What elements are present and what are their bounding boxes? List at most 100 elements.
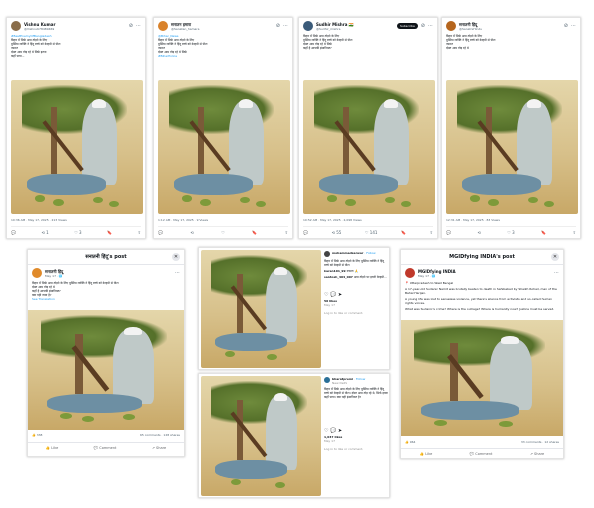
post-image[interactable]	[201, 376, 321, 496]
reaction-count[interactable]: 👍 964	[405, 440, 415, 444]
more-options-icon[interactable]: ⋯	[571, 23, 576, 29]
follow-button[interactable]: · Follow	[354, 377, 365, 381]
share-icon[interactable]: ➤	[338, 429, 342, 434]
reply-icon[interactable]: 💬	[303, 230, 308, 235]
post-text: बिहार में सिर्फ आम तोड़ने के लिए मुस्लिम…	[28, 281, 184, 301]
caption: बिहार में सिर्फ आम तोड़ने के लिए मुस्लिम…	[324, 259, 384, 267]
login-prompt[interactable]: Log in to like or comment.	[324, 447, 388, 451]
tweet-card: Vishnu Kumar @VishnuK78489469 ⊘ ⋯ #BestE…	[6, 17, 146, 239]
avatar[interactable]	[32, 268, 42, 278]
more-options-icon[interactable]: ⋯	[175, 270, 180, 276]
post-time: May 17 · 🌐	[45, 273, 63, 278]
more-options-icon[interactable]: ⋯	[283, 23, 288, 29]
reply-icon[interactable]: 💬	[158, 230, 163, 235]
retweet-icon[interactable]: ⟲ 55	[332, 230, 342, 235]
close-icon[interactable]: ✕	[172, 253, 180, 261]
facebook-post-modal-2: MGIDfying INDIA's post ✕ MGIDfying INDIA…	[400, 249, 564, 459]
author-handle[interactable]: @VishnuK78489469	[24, 27, 55, 31]
comment-share-counts[interactable]: 33 comments · 12 shares	[521, 440, 559, 444]
comment-icon[interactable]: 💬	[330, 429, 336, 434]
share-icon[interactable]: ⇪	[285, 230, 288, 235]
comment-button[interactable]: 💬 Comment	[470, 452, 493, 456]
modal-title: MGIDfying INDIA's post	[401, 250, 563, 265]
share-icon[interactable]: ⇪	[573, 230, 576, 235]
post-date: May 17	[324, 439, 335, 443]
comment-button[interactable]: 💬 Comment	[94, 446, 117, 450]
see-translation-link[interactable]: See Translation	[32, 297, 180, 301]
grok-icon[interactable]: ⊘	[421, 23, 425, 29]
caption: बिहार में सिर्फ आम तोड़ने के लिए मुस्लिम…	[324, 387, 388, 399]
tweet-image[interactable]	[11, 80, 143, 214]
facebook-post-modal-1: सनातनी हिंदू's post ✕ सनातनी हिंदू May 1…	[27, 249, 185, 457]
avatar[interactable]	[324, 251, 330, 257]
tweet-image[interactable]	[158, 80, 290, 214]
avatar[interactable]	[303, 21, 313, 31]
tweet-text-line[interactable]: #BiharPolice	[158, 54, 288, 58]
retweet-icon[interactable]: ⟲	[477, 230, 480, 235]
avatar[interactable]	[324, 377, 330, 383]
follow-button[interactable]: · Follow	[364, 251, 375, 255]
more-options-icon[interactable]: ⋯	[554, 270, 559, 276]
like-icon[interactable]: ♡ 141	[365, 230, 378, 235]
avatar[interactable]	[158, 21, 168, 31]
like-icon[interactable]: ♡ 3	[507, 230, 514, 235]
share-icon[interactable]: ⇪	[430, 230, 433, 235]
grok-icon[interactable]: ⊘	[564, 23, 568, 29]
share-icon[interactable]: ➤	[338, 293, 342, 298]
username[interactable]: mohammadsarwar	[332, 251, 363, 255]
like-icon[interactable]: ♡ 3	[74, 230, 81, 235]
comment-icon[interactable]: 💬	[330, 293, 336, 298]
close-icon[interactable]: ✕	[551, 253, 559, 261]
avatar[interactable]	[405, 268, 415, 278]
post-text: 📍 Uttarpradesh to West Bengal A 17-year-…	[405, 281, 557, 311]
reaction-count[interactable]: 👍 338	[32, 433, 42, 437]
post-image[interactable]	[28, 310, 184, 430]
avatar[interactable]	[11, 21, 21, 31]
bookmark-icon[interactable]: 🔖	[541, 230, 546, 235]
reply-icon[interactable]: 💬	[446, 230, 451, 235]
post-image[interactable]	[401, 320, 563, 436]
location[interactable]: New Delhi	[332, 381, 347, 385]
post-time: May 17 · 🌐	[418, 273, 436, 278]
comment-username[interactable]: santosh_404_007	[324, 275, 353, 279]
avatar[interactable]	[446, 21, 456, 31]
retweet-icon[interactable]: ⟲ 1	[42, 230, 49, 235]
heart-icon[interactable]: ♡	[324, 429, 328, 434]
modal-title: सनातनी हिंदू's post	[28, 250, 184, 265]
tweet-meta: 1:12 AM · May 17, 2025 · 9 Views	[158, 218, 209, 222]
tweet-image[interactable]	[446, 80, 578, 214]
bookmark-icon[interactable]: 🔖	[107, 230, 112, 235]
author-handle[interactable]: @Sudhir_mishra	[316, 27, 354, 31]
author-handle[interactable]: @SanatniHindu	[459, 27, 482, 31]
tweet-card: सनातन हमारा @Sanatan_hamara ⊘ ⋯ @Bihar_N…	[153, 17, 293, 239]
grok-icon[interactable]: ⊘	[276, 23, 280, 29]
comment-username[interactable]: karan101_99	[324, 269, 346, 273]
more-options-icon[interactable]: ⋯	[136, 23, 141, 29]
retweet-icon[interactable]: ⟲	[190, 230, 193, 235]
like-icon[interactable]: ♡	[221, 230, 225, 235]
login-prompt[interactable]: Log in to like or comment.	[324, 311, 388, 315]
tweet-image[interactable]	[303, 80, 435, 214]
comment-text: आम तोड़ने पर इतनी बेरहमी...	[353, 275, 387, 279]
author-handle[interactable]: @Sanatan_hamara	[171, 27, 199, 31]
share-icon[interactable]: ⇪	[138, 230, 141, 235]
tweet-text: बिहार में सिर्फ आम तोड़ने के लिए मुस्लिम…	[303, 34, 353, 50]
bookmark-icon[interactable]: 🔖	[401, 230, 406, 235]
tweet-text: #BestEnemyOfBangladesh बिहार में सिर्फ आ…	[7, 34, 145, 58]
post-date: May 17	[324, 303, 335, 307]
tweet-meta: 10:52 AM · May 17, 2025 · 2,098 Views	[303, 218, 362, 222]
grok-icon[interactable]: ⊘	[129, 23, 133, 29]
tweet-meta: 12:31 AM · May 17, 2025 · 83 Views	[446, 218, 500, 222]
like-button[interactable]: 👍 Like	[420, 452, 432, 456]
more-options-icon[interactable]: ⋯	[428, 23, 433, 29]
bookmark-icon[interactable]: 🔖	[252, 230, 257, 235]
tweet-text: बिहार में सिर्फ आम तोड़ने के लिए मुस्लिम…	[446, 34, 496, 50]
heart-icon[interactable]: ♡	[324, 293, 328, 298]
subscribe-button[interactable]: Subscribe	[397, 23, 418, 29]
reply-icon[interactable]: 💬	[11, 230, 16, 235]
like-button[interactable]: 👍 Like	[46, 446, 58, 450]
comment-share-counts[interactable]: 65 comments · 128 shares	[140, 433, 180, 437]
share-button[interactable]: ↗ Share	[530, 452, 544, 456]
share-button[interactable]: ↗ Share	[152, 446, 166, 450]
post-image[interactable]	[201, 250, 321, 368]
